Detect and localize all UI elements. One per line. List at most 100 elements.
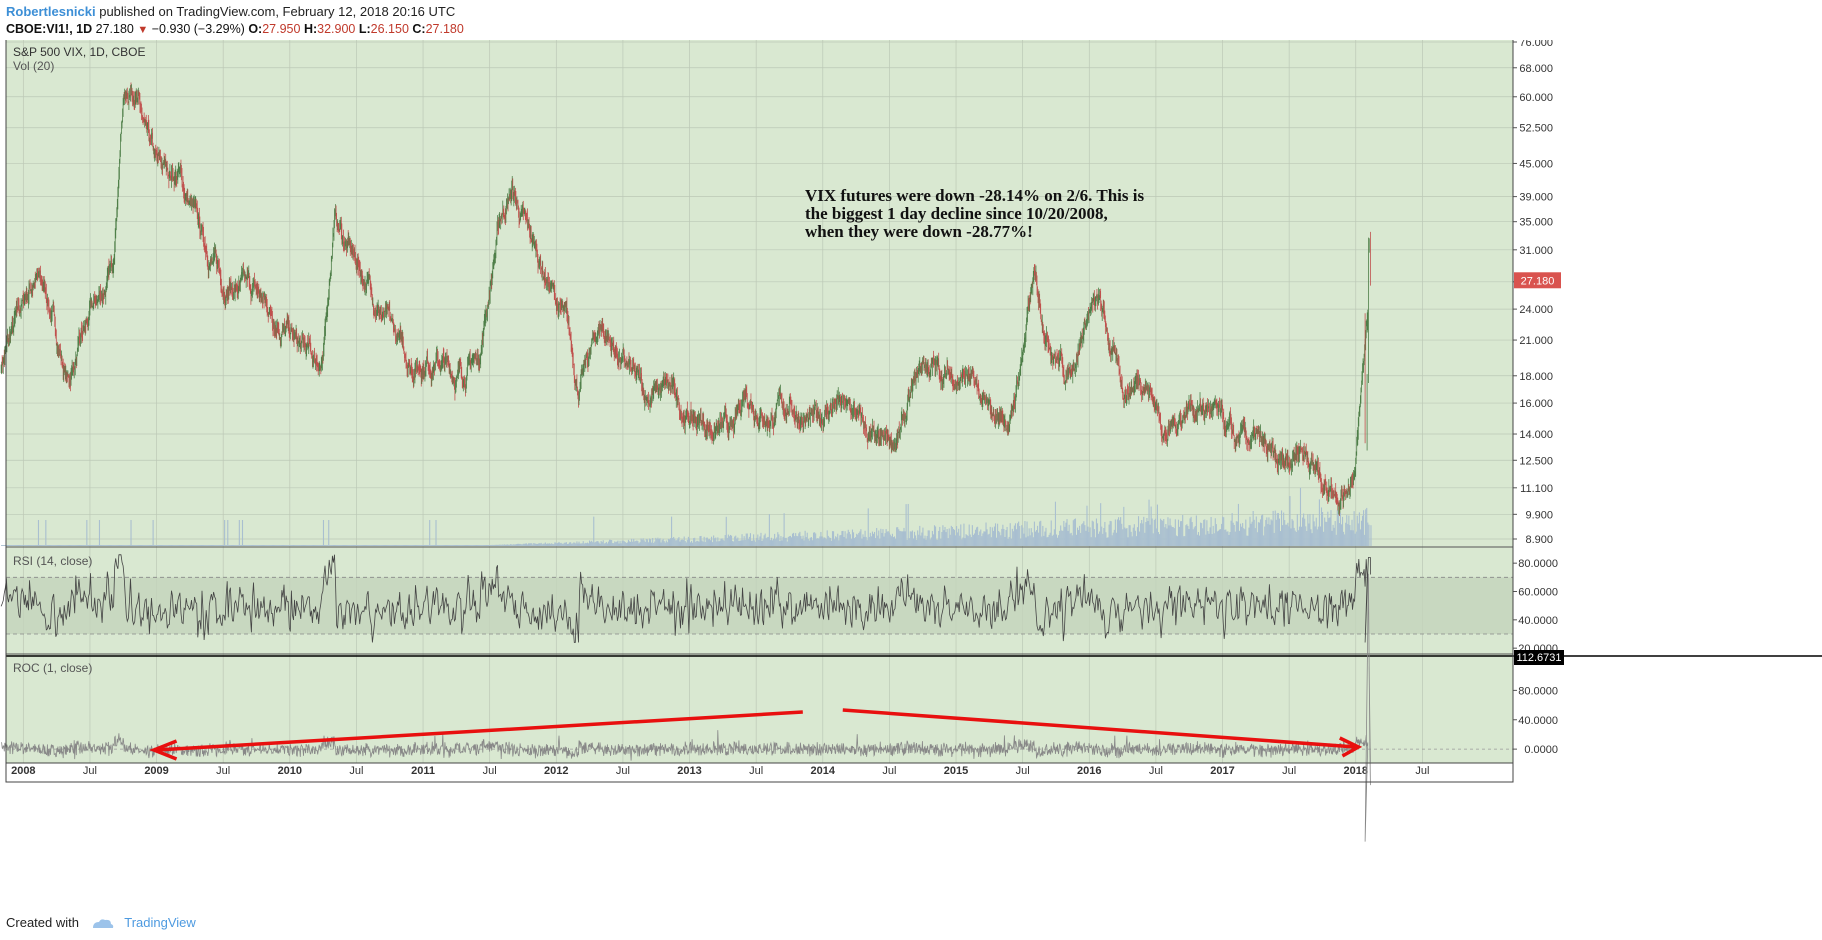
volume-bar [998,531,1000,546]
volume-bar [839,535,841,546]
volume-bar [1086,505,1088,546]
volume-bar [1041,536,1043,546]
volume-bar [17,545,20,546]
volume-bar [1154,518,1156,546]
volume-bar [1004,536,1006,546]
volume-bar [747,539,749,546]
volume-bar [173,545,175,546]
volume-bar [1157,532,1160,546]
chart-area[interactable]: 2008 Jul 2009 Jul 2010 Jul 2011 Jul 2012 Jul 2013 J… [0,40,1822,910]
volume-bar [1344,534,1346,546]
volume-bar [249,545,251,546]
volume-bar [901,531,903,546]
volume-bar [645,538,647,546]
volume-bar [1008,536,1010,546]
volume-bar [1116,519,1119,546]
volume-bar [565,542,567,546]
author-link[interactable]: Robertlesnicki [6,4,96,19]
volume-bar [260,545,262,546]
volume-bar [54,545,56,546]
volume-bar [725,516,727,546]
volume-bar [255,545,257,546]
low-value: 26.150 [370,22,409,36]
volume-bar [1325,521,1327,546]
volume-bar [130,520,132,546]
volume-bar [258,545,260,546]
volume-bar [1167,517,1169,546]
volume-bar [820,531,822,546]
volume-bar [1103,527,1105,546]
volume-bar [336,545,338,546]
volume-bar [1085,530,1087,546]
volume-bar [323,545,326,546]
volume-bar [1329,517,1331,546]
volume-bar [409,545,411,546]
volume-bar [989,526,991,546]
volume-bar [242,545,245,546]
volume-bar [1218,529,1221,546]
volume-bar [555,542,557,546]
volume-bar [96,545,98,546]
volume-bar [1288,526,1290,546]
volume-bar [938,530,940,546]
volume-bar [362,545,364,546]
volume-bar [1146,517,1148,546]
volume-bar [706,537,708,546]
volume-bar [1198,535,1201,546]
volume-bar [1250,523,1252,546]
volume-bar [500,544,502,546]
volume-bar [218,545,220,546]
volume-bar [1345,522,1347,546]
volume-bar [34,545,36,546]
volume-bar [228,545,230,546]
volume-bar [1164,527,1166,546]
volume-bar [33,545,35,546]
volume-bar [1166,528,1168,546]
volume-bar [789,535,791,546]
volume-bar [1196,534,1198,546]
volume-bar [1171,526,1173,546]
volume-bar [1228,534,1230,546]
volume-bar [1126,528,1128,546]
volume-bar [990,537,992,546]
volume-bar [48,545,50,546]
volume-bar [1310,529,1312,546]
volume-bar [1032,537,1034,546]
volume-bar [630,541,632,546]
volume-bar [707,539,709,546]
volume-bar [795,533,797,546]
volume-bar [364,545,367,546]
volume-bar [1211,534,1213,546]
time-axis-tick-label: Jul [1415,765,1429,777]
volume-bar [604,543,606,546]
volume-bar [754,540,756,546]
volume-bar [460,545,462,546]
volume-bar [995,537,998,546]
volume-bar [886,531,888,546]
roc-axis-tick-label: 0.0000 [1524,744,1558,756]
volume-bar [1272,510,1274,546]
volume-bar [553,544,555,546]
volume-bar [1207,531,1209,546]
volume-bar [1169,518,1171,546]
volume-bar [642,538,644,546]
volume-bar [835,536,837,546]
volume-bar [951,526,953,546]
volume-bar [162,545,164,546]
volume-bar [503,544,505,546]
volume-bar [81,545,83,546]
symbol-info: CBOE:VI1!, 1D 27.180 ▼ −0.930 (−3.29%) O… [6,22,464,36]
volume-bar [291,545,293,546]
tradingview-link[interactable]: TradingView [124,915,196,930]
volume-bar [329,545,331,546]
volume-bar [21,545,23,546]
volume-bar [485,545,488,546]
chart-title: S&P 500 VIX, 1D, CBOE [13,45,146,59]
volume-bar [494,544,496,546]
volume-bar [1262,514,1264,546]
volume-bar [66,545,68,546]
volume-bar [170,545,172,546]
volume-bar [422,545,424,546]
volume-bar [1089,527,1091,546]
volume-bar [756,537,758,546]
